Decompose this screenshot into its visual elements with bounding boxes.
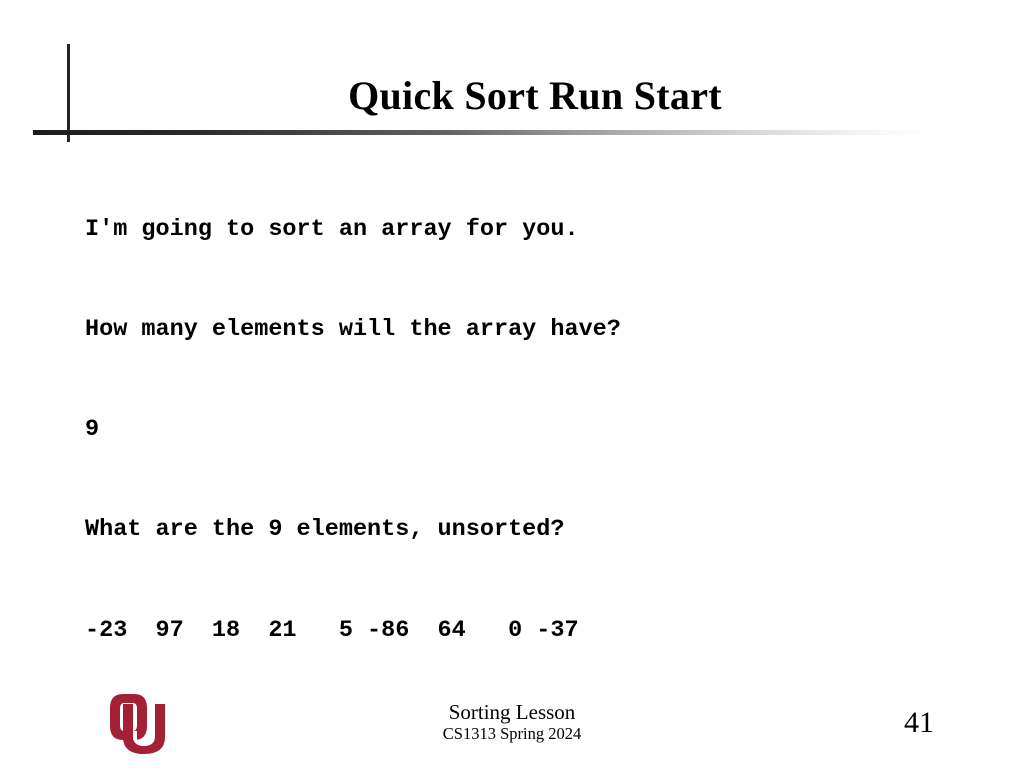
footer-course-label: CS1313 Spring 2024 [442,724,582,743]
header-horizontal-rule [33,130,933,135]
output-line-array-values: -23 97 18 21 5 -86 64 0 -37 [85,616,579,644]
page-title: Quick Sort Run Start [348,73,722,118]
output-line-intro: I'm going to sort an array for you. [85,215,579,243]
output-line-values-prompt: What are the 9 elements, unsorted? [85,516,565,544]
header-vertical-line [67,44,70,142]
footer-lesson-title: Sorting Lesson [448,700,576,724]
footer: Sorting Lesson CS1313 Spring 2024 [312,700,712,744]
page-number: 41 [904,706,934,739]
ou-logo-icon [110,694,165,754]
slide: Quick Sort Run Start I'm going to sort a… [0,0,1024,768]
output-line-count-prompt: How many elements will the array have? [85,316,621,344]
output-line-count-value: 9 [85,416,100,444]
ou-logo [103,694,169,754]
program-output-block: I'm going to sort an array for you. How … [85,146,621,714]
